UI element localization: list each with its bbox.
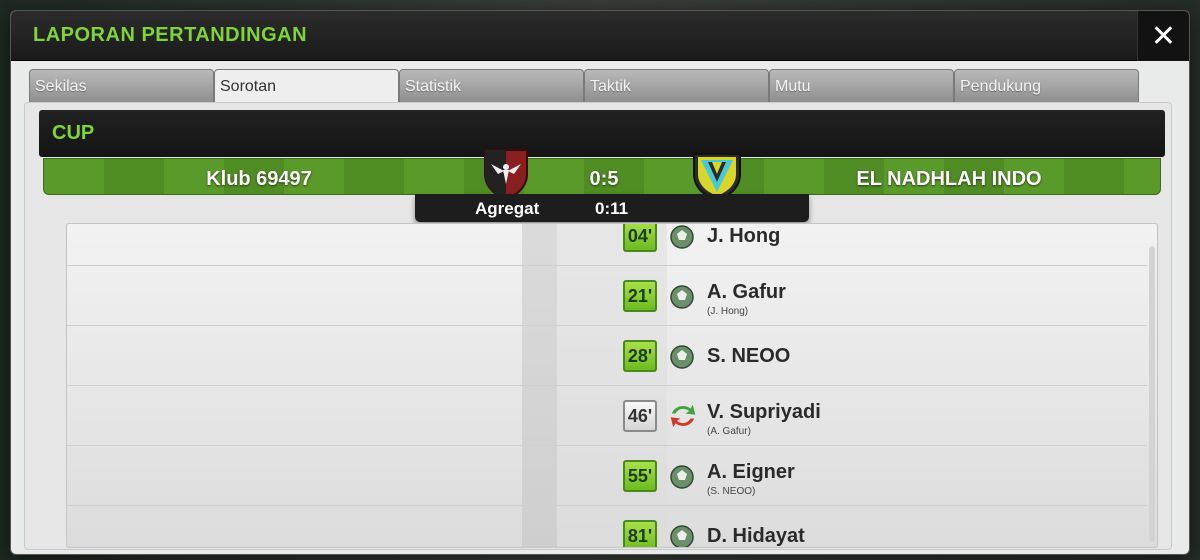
ball-icon bbox=[670, 225, 694, 249]
goal-minute-badge: 28' bbox=[623, 340, 657, 372]
tab-mutu[interactable]: Mutu bbox=[769, 69, 954, 103]
aggregate-score: 0:11 bbox=[595, 199, 629, 218]
substituted-player-name: (A. Gafur) bbox=[707, 426, 751, 437]
player-name[interactable]: V. Supriyadi bbox=[707, 401, 821, 424]
ball-icon bbox=[670, 525, 694, 547]
aggregate-label: Agregat bbox=[475, 199, 540, 218]
goal-minute-badge: 21' bbox=[623, 280, 657, 312]
player-name[interactable]: S. NEOO bbox=[707, 345, 790, 368]
ball-icon bbox=[670, 285, 694, 309]
event-list[interactable]: 04' J. Hong 21' A. Gafur (J. Hong) 28' S… bbox=[66, 223, 1158, 548]
event-row: 46' V. Supriyadi (A. Gafur) bbox=[67, 386, 1147, 446]
competition-label: CUP bbox=[52, 122, 95, 144]
tab-statistik[interactable]: Statistik bbox=[399, 69, 584, 103]
assist-name: (S. NEOO) bbox=[707, 486, 756, 497]
player-name[interactable]: A. Eigner bbox=[707, 461, 795, 484]
substitution-minute-badge: 46' bbox=[623, 400, 657, 432]
substitution-arrows-icon bbox=[670, 404, 696, 428]
ball-icon bbox=[670, 345, 694, 369]
player-name[interactable]: A. Gafur bbox=[707, 281, 786, 304]
scrollbar[interactable] bbox=[1149, 246, 1155, 542]
ball-icon bbox=[670, 465, 694, 489]
score-bar: Klub 69497 0:5 EL NADHLAH INDO bbox=[43, 158, 1161, 195]
assist-name: (J. Hong) bbox=[707, 306, 749, 317]
tab-sekilas[interactable]: Sekilas bbox=[29, 69, 214, 103]
event-row: 81' D. Hidayat bbox=[67, 506, 1147, 547]
goal-minute-badge: 81' bbox=[623, 520, 657, 547]
match-score: 0:5 bbox=[589, 168, 619, 190]
player-name[interactable]: J. Hong bbox=[707, 225, 780, 248]
close-button[interactable]: ✕ bbox=[1137, 11, 1189, 61]
event-row: 28' S. NEOO bbox=[67, 326, 1147, 386]
highlights-panel: CUP Klub 69497 0:5 EL NADHLAH INDO Agreg… bbox=[24, 102, 1172, 550]
goal-minute-badge: 55' bbox=[623, 460, 657, 492]
away-team-name[interactable]: EL NADHLAH INDO bbox=[734, 168, 1164, 191]
title-bar: LAPORAN PERTANDINGAN ✕ bbox=[11, 11, 1189, 61]
eagle-crest-icon[interactable] bbox=[481, 148, 531, 200]
tab-taktik[interactable]: Taktik bbox=[584, 69, 769, 103]
goal-minute-badge: 04' bbox=[623, 224, 657, 252]
dialog-title: LAPORAN PERTANDINGAN bbox=[33, 24, 308, 46]
player-name[interactable]: D. Hidayat bbox=[707, 525, 805, 547]
tab-sorotan[interactable]: Sorotan bbox=[214, 69, 399, 105]
aggregate-bar: Agregat 0:11 bbox=[415, 194, 809, 222]
match-report-dialog: LAPORAN PERTANDINGAN ✕ Sekilas Sorotan S… bbox=[10, 10, 1190, 555]
event-row: 21' A. Gafur (J. Hong) bbox=[67, 266, 1147, 326]
competition-header: CUP bbox=[39, 110, 1165, 157]
tab-pendukung[interactable]: Pendukung bbox=[954, 69, 1139, 103]
home-team-name[interactable]: Klub 69497 bbox=[44, 168, 474, 191]
event-row: 55' A. Eigner (S. NEOO) bbox=[67, 446, 1147, 506]
event-row: 04' J. Hong bbox=[67, 224, 1147, 266]
tab-bar: Sekilas Sorotan Statistik Taktik Mutu Pe… bbox=[29, 69, 1141, 105]
